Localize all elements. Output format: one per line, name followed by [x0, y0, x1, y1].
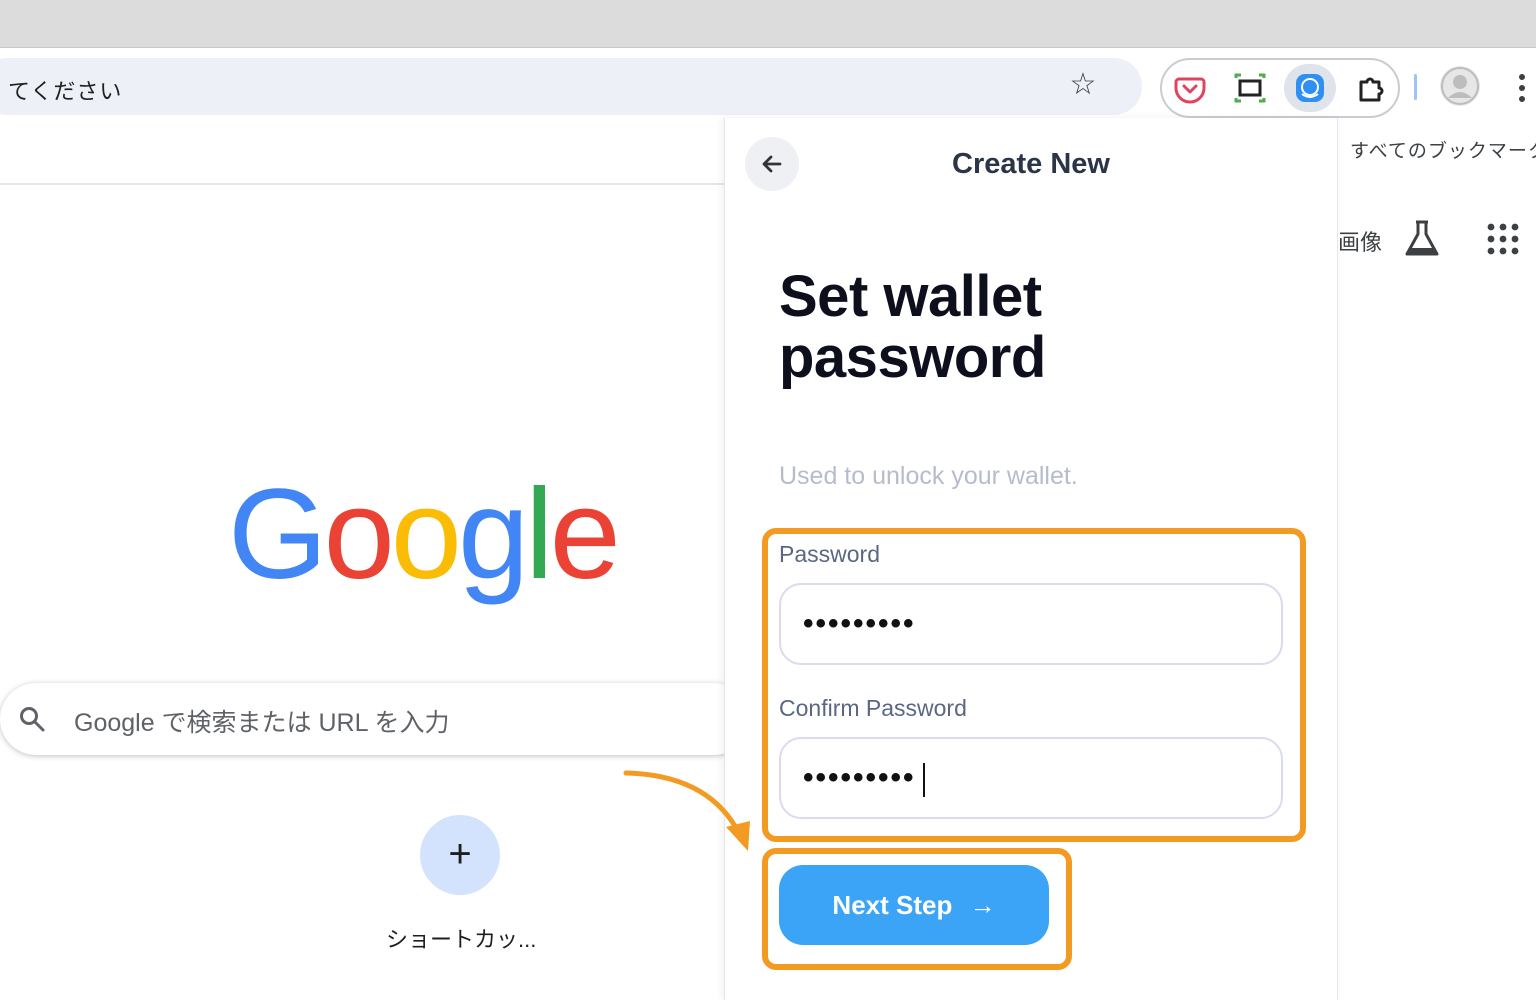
page-heading: Set wallet password — [779, 264, 1046, 390]
pocket-icon[interactable] — [1172, 70, 1208, 106]
search-icon — [20, 707, 45, 732]
back-button[interactable] — [745, 137, 799, 191]
shortcut-label: ショートカッ... — [386, 927, 537, 952]
google-logo: Google — [228, 455, 621, 615]
toolbar-divider — [1414, 74, 1417, 100]
more-menu-icon[interactable] — [1512, 68, 1532, 108]
search-placeholder: Google で検索または URL を入力 — [74, 709, 450, 737]
puzzle-extensions-icon[interactable] — [1354, 70, 1390, 106]
highlight-box-next-button — [762, 848, 1072, 970]
user-avatar-icon — [1441, 67, 1479, 105]
images-link[interactable]: 画像 — [1338, 225, 1382, 257]
arrow-left-icon — [762, 155, 782, 173]
popup-title: Create New — [952, 148, 1110, 180]
logo-letter: l — [525, 463, 554, 606]
logo-letter: G — [228, 463, 328, 606]
annotation-arrow-icon — [623, 770, 750, 851]
add-shortcut-button[interactable]: + — [420, 815, 500, 895]
labs-flask-icon[interactable] — [1402, 218, 1442, 260]
logo-letter: o — [390, 463, 462, 606]
bookmark-star-icon[interactable]: ☆ — [1066, 68, 1100, 102]
logo-letter: o — [323, 463, 395, 606]
wallet-extension-button[interactable] — [1284, 64, 1336, 112]
page-subtitle: Used to unlock your wallet. — [779, 462, 1078, 490]
window-titlebar — [0, 0, 1536, 48]
extensions-toolbar — [1160, 58, 1400, 118]
all-bookmarks-link[interactable]: すべてのブックマーク — [1350, 136, 1536, 163]
highlight-box-password-fields — [762, 528, 1306, 842]
logo-letter: g — [457, 463, 529, 606]
google-search-box[interactable]: Google で検索または URL を入力 — [0, 683, 750, 755]
address-bar-text: てください — [8, 79, 123, 104]
logo-letter: e — [549, 463, 621, 606]
address-bar[interactable]: てください ☆ — [0, 58, 1142, 115]
profile-avatar[interactable] — [1440, 66, 1480, 106]
wallet-icon — [1296, 74, 1324, 102]
screenshot-icon[interactable] — [1232, 70, 1268, 106]
bookmarks-bar-divider — [0, 183, 724, 185]
google-apps-icon[interactable] — [1486, 222, 1520, 256]
